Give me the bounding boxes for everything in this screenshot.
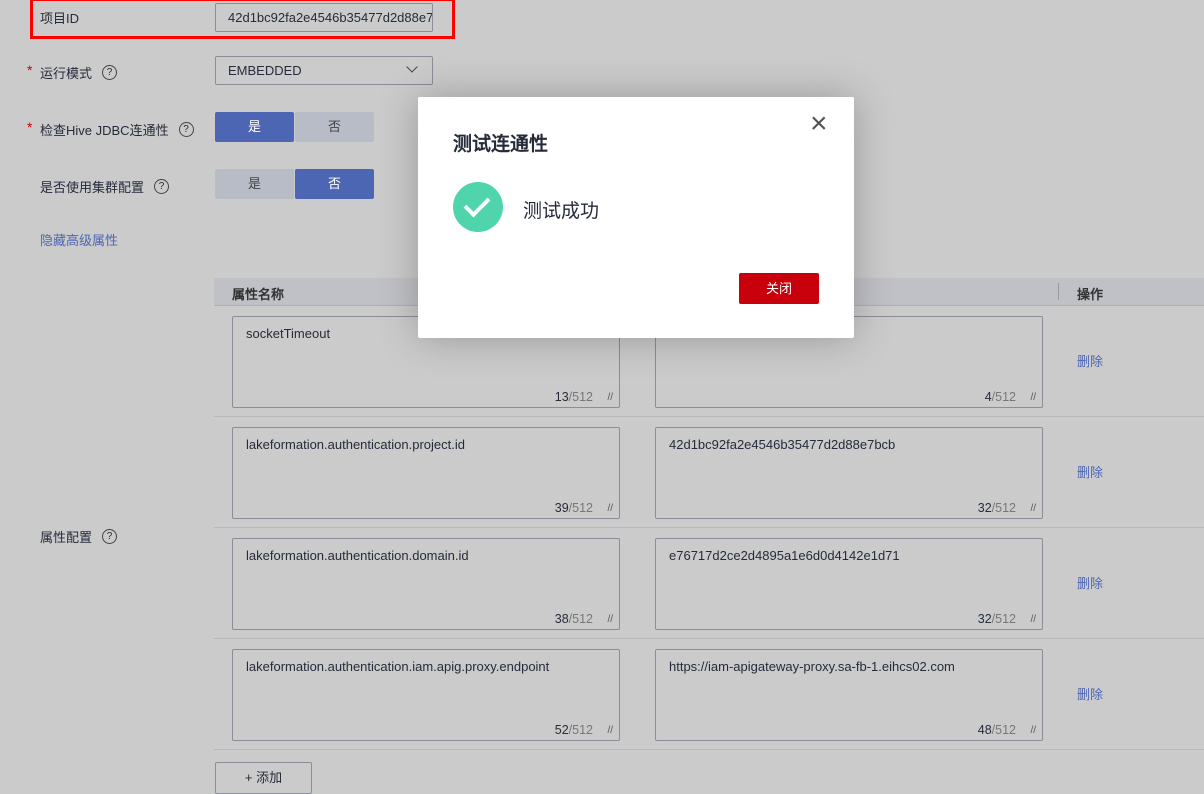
- check-jdbc-no[interactable]: 否: [295, 112, 374, 142]
- char-count: 32/512: [977, 612, 1016, 626]
- property-value-input[interactable]: e76717d2ce2d4895a1e6d0d4142e1d71 32/512 //: [655, 538, 1043, 630]
- resize-handle-icon[interactable]: //: [607, 392, 613, 403]
- project-id-label: 项目ID: [40, 11, 80, 26]
- check-jdbc-yes[interactable]: 是: [215, 112, 294, 142]
- use-cluster-toggle[interactable]: 是否: [215, 169, 375, 199]
- char-count: 38/512: [554, 612, 593, 626]
- char-count: 48/512: [977, 723, 1016, 737]
- help-icon[interactable]: ?: [102, 529, 118, 544]
- required-mark: *: [27, 119, 33, 135]
- resize-handle-icon[interactable]: //: [1030, 725, 1036, 736]
- resize-handle-icon[interactable]: //: [1030, 392, 1036, 403]
- header-name: 属性名称: [232, 287, 285, 302]
- run-mode-value: EMBEDDED: [228, 63, 302, 78]
- table-row: lakeformation.authentication.iam.apig.pr…: [214, 639, 1204, 750]
- close-icon[interactable]: ×: [810, 109, 828, 139]
- check-jdbc-toggle[interactable]: 是否: [215, 112, 375, 142]
- test-connectivity-dialog: 测试连通性 × 测试成功 关闭: [418, 97, 854, 338]
- delete-link[interactable]: 删除: [1077, 573, 1103, 592]
- use-cluster-no[interactable]: 否: [295, 169, 374, 199]
- project-id-input[interactable]: 42d1bc92fa2e4546b35477d2d88e7bcb: [215, 3, 433, 32]
- key-text: lakeformation.authentication.iam.apig.pr…: [246, 659, 550, 674]
- run-mode-select[interactable]: EMBEDDED: [215, 56, 433, 85]
- chevron-down-icon: [406, 61, 418, 73]
- char-count: 4/512: [984, 390, 1016, 404]
- success-check-icon: [453, 182, 503, 232]
- check-jdbc-label: 检查Hive JDBC连通性: [40, 123, 169, 138]
- resize-handle-icon[interactable]: //: [1030, 503, 1036, 514]
- add-button[interactable]: + 添加: [215, 762, 312, 794]
- value-text: https://iam-apigateway-proxy.sa-fb-1.eih…: [669, 659, 955, 674]
- help-icon[interactable]: ?: [178, 122, 194, 137]
- delete-link[interactable]: 删除: [1077, 684, 1103, 703]
- close-button[interactable]: 关闭: [739, 273, 819, 304]
- property-key-input[interactable]: lakeformation.authentication.project.id 3…: [232, 427, 620, 519]
- resize-handle-icon[interactable]: //: [1030, 614, 1036, 625]
- required-mark: *: [27, 62, 33, 78]
- delete-link[interactable]: 删除: [1077, 462, 1103, 481]
- help-icon[interactable]: ?: [102, 65, 118, 80]
- success-message: 测试成功: [523, 201, 600, 222]
- key-text: lakeformation.authentication.domain.id: [246, 548, 469, 563]
- property-value-input[interactable]: 42d1bc92fa2e4546b35477d2d88e7bcb 32/512 //: [655, 427, 1043, 519]
- divider: [1058, 283, 1059, 300]
- run-mode-label: 运行模式: [40, 66, 93, 81]
- key-text: socketTimeout: [246, 326, 331, 341]
- dialog-title: 测试连通性: [453, 134, 549, 155]
- char-count: 32/512: [977, 501, 1016, 515]
- delete-link[interactable]: 删除: [1077, 351, 1103, 370]
- char-count: 39/512: [554, 501, 593, 515]
- use-cluster-label: 是否使用集群配置: [40, 180, 145, 195]
- help-icon[interactable]: ?: [154, 179, 170, 194]
- header-action: 操作: [1077, 287, 1104, 302]
- table-row: lakeformation.authentication.project.id 3…: [214, 417, 1204, 528]
- resize-handle-icon[interactable]: //: [607, 503, 613, 514]
- use-cluster-yes[interactable]: 是: [215, 169, 294, 199]
- char-count: 52/512: [554, 723, 593, 737]
- value-text: e76717d2ce2d4895a1e6d0d4142e1d71: [669, 548, 900, 563]
- property-key-input[interactable]: lakeformation.authentication.iam.apig.pr…: [232, 649, 620, 741]
- hide-advanced-link[interactable]: 隐藏高级属性: [40, 230, 118, 249]
- table-row: lakeformation.authentication.domain.id 38…: [214, 528, 1204, 639]
- property-value-input[interactable]: https://iam-apigateway-proxy.sa-fb-1.eih…: [655, 649, 1043, 741]
- props-label: 属性配置: [40, 530, 93, 545]
- char-count: 13/512: [554, 390, 593, 404]
- key-text: lakeformation.authentication.project.id: [246, 437, 465, 452]
- property-key-input[interactable]: lakeformation.authentication.domain.id 38…: [232, 538, 620, 630]
- value-text: 42d1bc92fa2e4546b35477d2d88e7bcb: [669, 437, 896, 452]
- resize-handle-icon[interactable]: //: [607, 725, 613, 736]
- resize-handle-icon[interactable]: //: [607, 614, 613, 625]
